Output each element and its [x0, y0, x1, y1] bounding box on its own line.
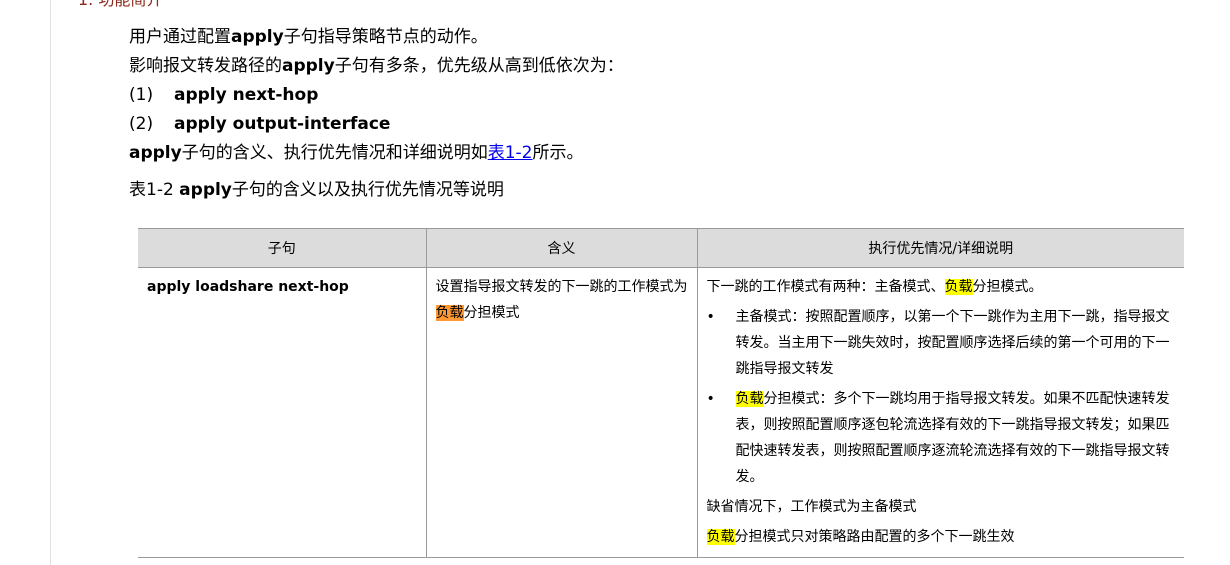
detail-cell: 下一跳的工作模式有两种：主备模式、负载分担模式。 • 主备模式：按照配置顺序，以…	[696, 267, 1184, 558]
table-caption: 表1-2 apply子句的含义以及执行优先情况等说明	[129, 178, 504, 202]
bullet-text: 负载分担模式：多个下一跳均用于指导报文转发。如果不匹配快速转发表，则按照配置顺序…	[735, 386, 1177, 490]
meaning-text-pre: 设置指导报文转发的下一跳的工作模式为	[435, 279, 688, 295]
header-detail: 执行优先情况/详细说明	[696, 228, 1184, 268]
priority-item-number: (1)	[129, 85, 154, 105]
section-title: 1. 功能简介	[78, 0, 162, 10]
intro-line-1: 用户通过配置apply子句指导策略节点的动作。	[129, 25, 488, 49]
bullet-dot-icon: •	[706, 309, 715, 325]
intro-line-5-keyword: apply	[129, 143, 182, 163]
intro-line-5-post: 所示。	[532, 143, 584, 163]
loadshare-note: 负载分担模式只对策略路由配置的多个下一跳生效	[706, 524, 1177, 550]
bullet-highlight: 负载	[735, 391, 764, 407]
bullet-item: • 主备模式：按照配置顺序，以第一个下一跳作为主用下一跳，指导报文转发。当主用下…	[707, 304, 1177, 382]
bullet-text-post: 分担模式：多个下一跳均用于指导报文转发。如果不匹配快速转发表，则按照配置顺序逐包…	[735, 391, 1170, 485]
intro-line-1-keyword: apply	[231, 27, 284, 47]
detail-intro-post: 分担模式。	[972, 279, 1043, 295]
loadshare-note-highlight: 负载	[706, 529, 735, 545]
priority-item-text: apply output-interface	[174, 114, 391, 134]
table-reference-link[interactable]: 表1-2	[488, 143, 533, 163]
intro-line-1-post: 子句指导策略节点的动作。	[283, 27, 488, 47]
bullet-dot-icon: •	[706, 391, 715, 407]
intro-line-2: 影响报文转发路径的apply子句有多条，优先级从高到低依次为：	[129, 54, 624, 78]
meaning-text-post: 分担模式	[463, 305, 520, 321]
loadshare-note-post: 分担模式只对策略路由配置的多个下一跳生效	[734, 529, 1015, 545]
detail-intro: 下一跳的工作模式有两种：主备模式、负载分担模式。	[707, 274, 1177, 300]
intro-line-2-pre: 影响报文转发路径的	[129, 56, 282, 76]
page-left-rule	[50, 0, 51, 565]
priority-item: (2) apply output-interface	[129, 112, 390, 136]
detail-intro-pre: 下一跳的工作模式有两种：主备模式、	[706, 279, 945, 295]
table-caption-suffix: 子句的含义以及执行优先情况等说明	[231, 180, 504, 200]
intro-line-2-keyword: apply	[282, 56, 335, 76]
clause-cell: apply loadshare next-hop	[138, 267, 426, 558]
intro-line-2-post: 子句有多条，优先级从高到低依次为：	[334, 56, 624, 76]
bullet-text: 主备模式：按照配置顺序，以第一个下一跳作为主用下一跳，指导报文转发。当主用下一跳…	[735, 309, 1170, 377]
detail-intro-highlight: 负载	[944, 279, 973, 295]
priority-item-text: apply next-hop	[174, 85, 319, 105]
table-caption-keyword: apply	[179, 180, 232, 200]
meaning-cell: 设置指导报文转发的下一跳的工作模式为负载分担模式	[425, 267, 697, 558]
table-caption-prefix: 表1-2	[129, 180, 180, 200]
priority-item-number: (2)	[129, 114, 154, 134]
header-meaning: 含义	[425, 228, 697, 268]
table-row: apply loadshare next-hop 设置指导报文转发的下一跳的工作…	[138, 267, 1184, 558]
bullet-item: • 负载分担模式：多个下一跳均用于指导报文转发。如果不匹配快速转发表，则按照配置…	[707, 386, 1177, 490]
header-clause: 子句	[138, 228, 426, 268]
intro-line-5-mid: 子句的含义、执行优先情况和详细说明如	[181, 143, 488, 163]
meaning-highlight: 负载	[435, 305, 464, 321]
table-header-row: 子句 含义 执行优先情况/详细说明	[138, 228, 1184, 268]
clause-name: apply loadshare next-hop	[147, 279, 349, 295]
intro-line-1-pre: 用户通过配置	[129, 27, 231, 47]
intro-line-5: apply子句的含义、执行优先情况和详细说明如表1-2所示。	[129, 141, 584, 165]
priority-item: (1) apply next-hop	[129, 83, 318, 107]
default-note: 缺省情况下，工作模式为主备模式	[706, 499, 917, 515]
apply-clause-table: 子句 含义 执行优先情况/详细说明 apply loadshare next-h…	[138, 228, 1184, 558]
